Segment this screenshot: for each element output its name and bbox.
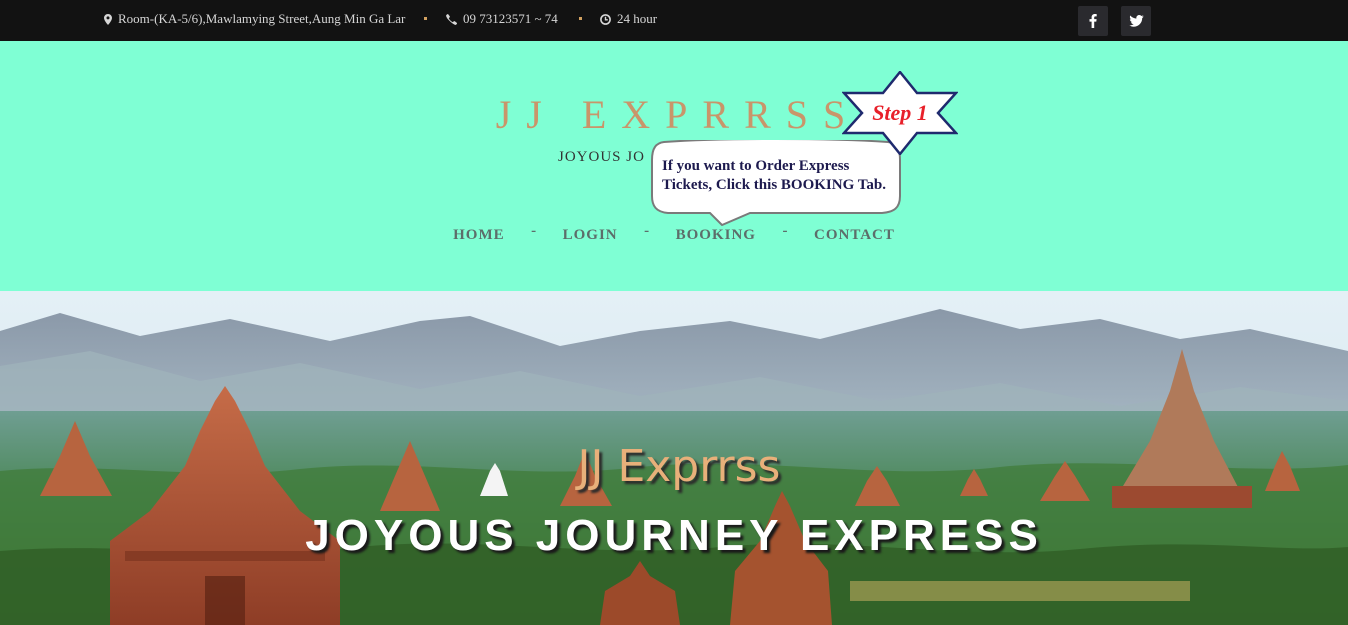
hours-item: 24 hour [600, 11, 657, 27]
phone-text: 09 73123571 ~ 74 [463, 11, 558, 26]
hero-subtitle: JOYOUS JOURNEY EXPRESS [305, 511, 1043, 560]
separator-dot [579, 17, 582, 20]
twitter-button[interactable] [1121, 6, 1151, 36]
hours-text: 24 hour [617, 11, 658, 26]
step-label: Step 1 [872, 100, 928, 125]
nav-login[interactable]: LOGIN [563, 227, 618, 244]
nav-home[interactable]: HOME [453, 227, 505, 244]
site-title[interactable]: JJ EXPRRSS [0, 91, 1348, 138]
nav-contact[interactable]: CONTACT [814, 227, 895, 244]
phone-icon [446, 13, 457, 25]
map-marker-icon [104, 13, 112, 25]
site-subtitle: JOYOUS JO [558, 149, 645, 165]
main-nav: HOME - LOGIN - BOOKING - CONTACT [0, 223, 1348, 244]
top-bar: Room-(KA-5/6),Mawlamying Street,Aung Min… [0, 0, 1348, 41]
address-text: Room-(KA-5/6),Mawlamying Street,Aung Min… [118, 11, 406, 26]
hero-title: JJ Exprrss [577, 441, 781, 492]
clock-icon [600, 13, 611, 25]
nav-booking[interactable]: BOOKING [676, 227, 756, 244]
twitter-icon [1128, 15, 1144, 27]
facebook-button[interactable] [1078, 6, 1108, 36]
separator-dot [424, 17, 427, 20]
phone-item: 09 73123571 ~ 74 [446, 11, 558, 27]
facebook-icon [1089, 14, 1097, 28]
hero-banner: JJ Exprrss JOYOUS JOURNEY EXPRESS [0, 291, 1348, 625]
nav-separator: - [531, 223, 537, 239]
address-item: Room-(KA-5/6),Mawlamying Street,Aung Min… [104, 11, 405, 27]
tutorial-bubble-text: If you want to Order Express Tickets, Cl… [662, 158, 886, 193]
